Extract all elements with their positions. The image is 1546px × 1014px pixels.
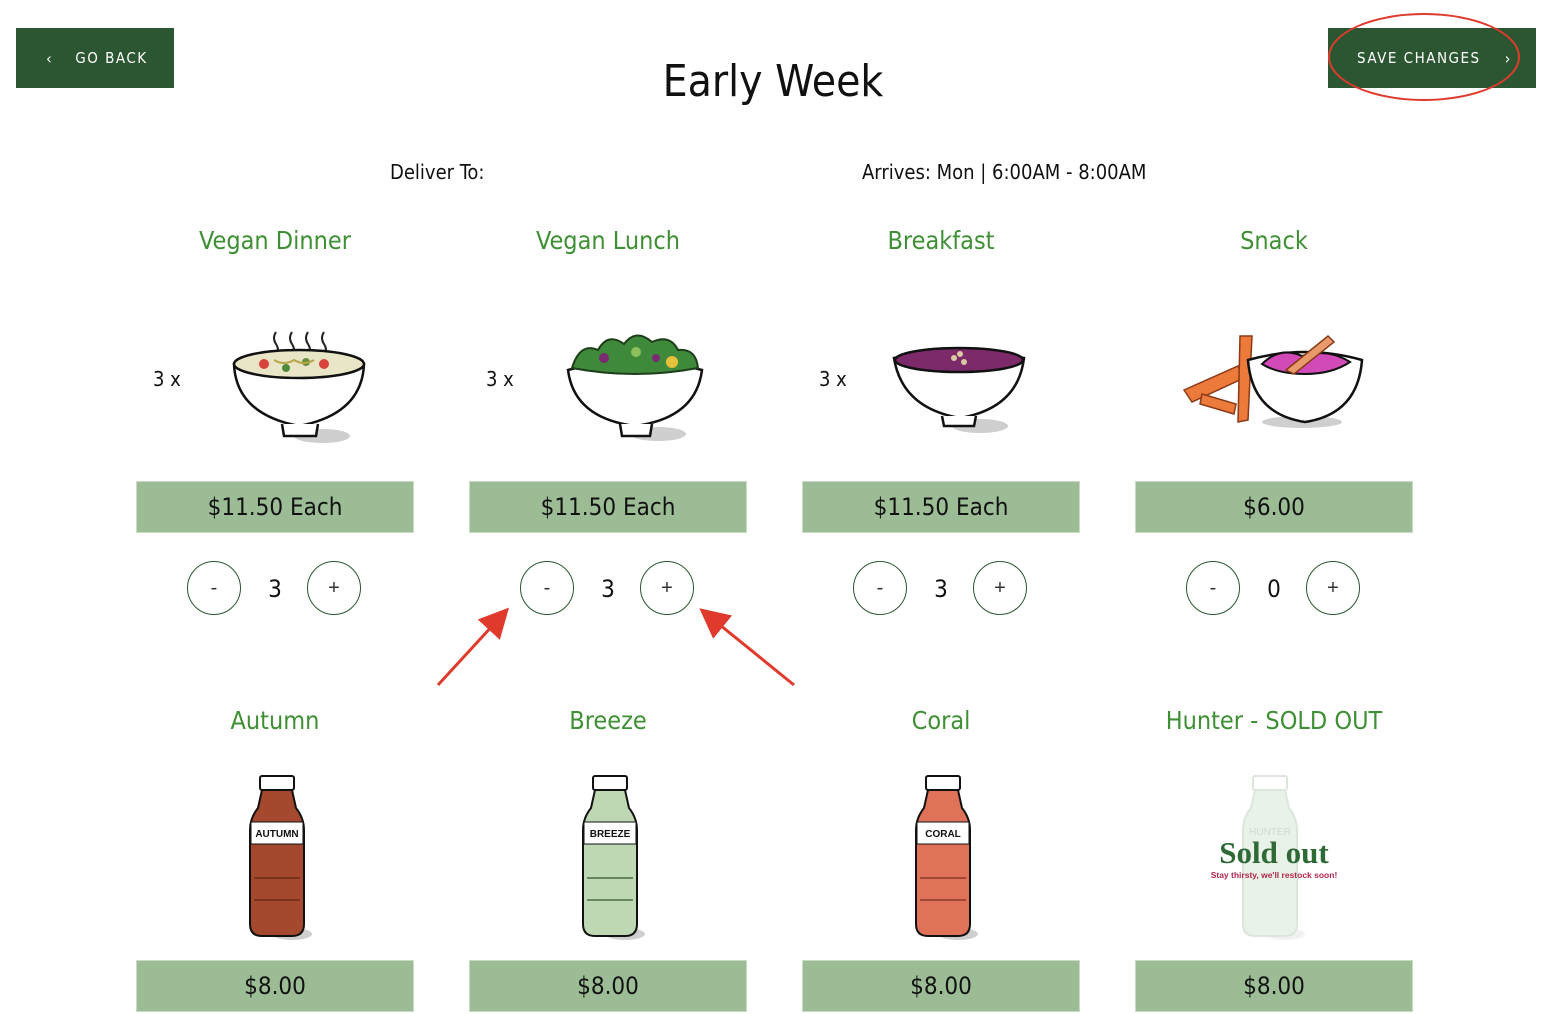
bottle-label: CORAL: [925, 829, 961, 840]
quantity-value: 0: [1267, 575, 1281, 603]
juice-title: Autumn: [230, 706, 320, 735]
decrease-button[interactable]: -: [187, 561, 241, 615]
quantity-value: 3: [268, 575, 282, 603]
juice-bottle-icon: CORAL: [915, 775, 978, 940]
bottle-label: AUTUMN: [255, 829, 298, 840]
decrease-button[interactable]: -: [853, 561, 907, 615]
increase-button[interactable]: +: [307, 561, 361, 615]
price-label: $8.00: [802, 960, 1080, 1012]
decrease-button[interactable]: -: [1186, 561, 1240, 615]
quantity-value: 3: [934, 575, 948, 603]
decrease-button[interactable]: -: [520, 561, 574, 615]
price-label: $6.00: [1135, 481, 1413, 533]
price-label: $11.50 Each: [136, 481, 414, 533]
increase-button[interactable]: +: [640, 561, 694, 615]
berry-bowl-icon: [892, 346, 1026, 433]
sold-out-title: Sold out: [1219, 835, 1329, 870]
price-label: $8.00: [469, 960, 747, 1012]
dip-bowl-icon: [1182, 334, 1364, 428]
juice-title: Breeze: [569, 706, 647, 735]
bottle-label: BREEZE: [590, 829, 631, 840]
arrival-window: Arrives: Mon | 6:00AM - 8:00AM: [862, 160, 1147, 184]
meal-card-snack: Snack: [1135, 226, 1413, 255]
price-label: $8.00: [1135, 960, 1413, 1012]
meal-title: Snack: [1240, 226, 1308, 255]
juice-bottle-icon: AUTUMN: [249, 775, 312, 940]
quantity-stepper: - 3 +: [136, 561, 414, 615]
deliver-to-label: Deliver To:: [390, 160, 485, 184]
quantity-prefix: 3 x: [819, 367, 847, 391]
juice-title: Hunter - SOLD OUT: [1165, 706, 1383, 735]
quantity-stepper: - 3 +: [469, 561, 747, 615]
quantity-prefix: 3 x: [486, 367, 514, 391]
price-label: $8.00: [136, 960, 414, 1012]
quantity-value: 3: [601, 575, 615, 603]
quantity-stepper: - 0 +: [1135, 561, 1413, 615]
quantity-prefix: 3 x: [153, 367, 181, 391]
sold-out-subtitle: Stay thirsty, we'll restock soon!: [1211, 870, 1338, 880]
juice-card-coral: Coral: [802, 706, 1080, 735]
price-label: $11.50 Each: [469, 481, 747, 533]
meal-card-vegan-dinner: Vegan Dinner: [136, 226, 414, 255]
juice-bottle-icon: BREEZE: [582, 775, 645, 940]
annotation-arrow: [436, 607, 510, 687]
meal-title: Vegan Dinner: [199, 226, 351, 255]
soup-bowl-icon: [232, 331, 366, 443]
price-label: $11.50 Each: [802, 481, 1080, 533]
meal-card-breakfast: Breakfast: [802, 226, 1080, 255]
page-title: Early Week: [662, 56, 884, 107]
juice-title: Coral: [911, 706, 971, 735]
juice-card-hunter: Hunter - SOLD OUT: [1135, 706, 1413, 735]
annotation-arrow: [699, 608, 795, 687]
juice-card-breeze: Breeze: [469, 706, 747, 735]
juice-bottle-icon: HUNTER Sold out Stay thirsty, we'll rest…: [1211, 775, 1338, 940]
meal-card-vegan-lunch: Vegan Lunch: [469, 226, 747, 255]
meal-title: Breakfast: [887, 226, 995, 255]
increase-button[interactable]: +: [973, 561, 1027, 615]
quantity-stepper: - 3 +: [802, 561, 1080, 615]
juice-card-autumn: Autumn: [136, 706, 414, 735]
meal-title: Vegan Lunch: [536, 226, 680, 255]
salad-bowl-icon: [566, 334, 704, 441]
increase-button[interactable]: +: [1306, 561, 1360, 615]
